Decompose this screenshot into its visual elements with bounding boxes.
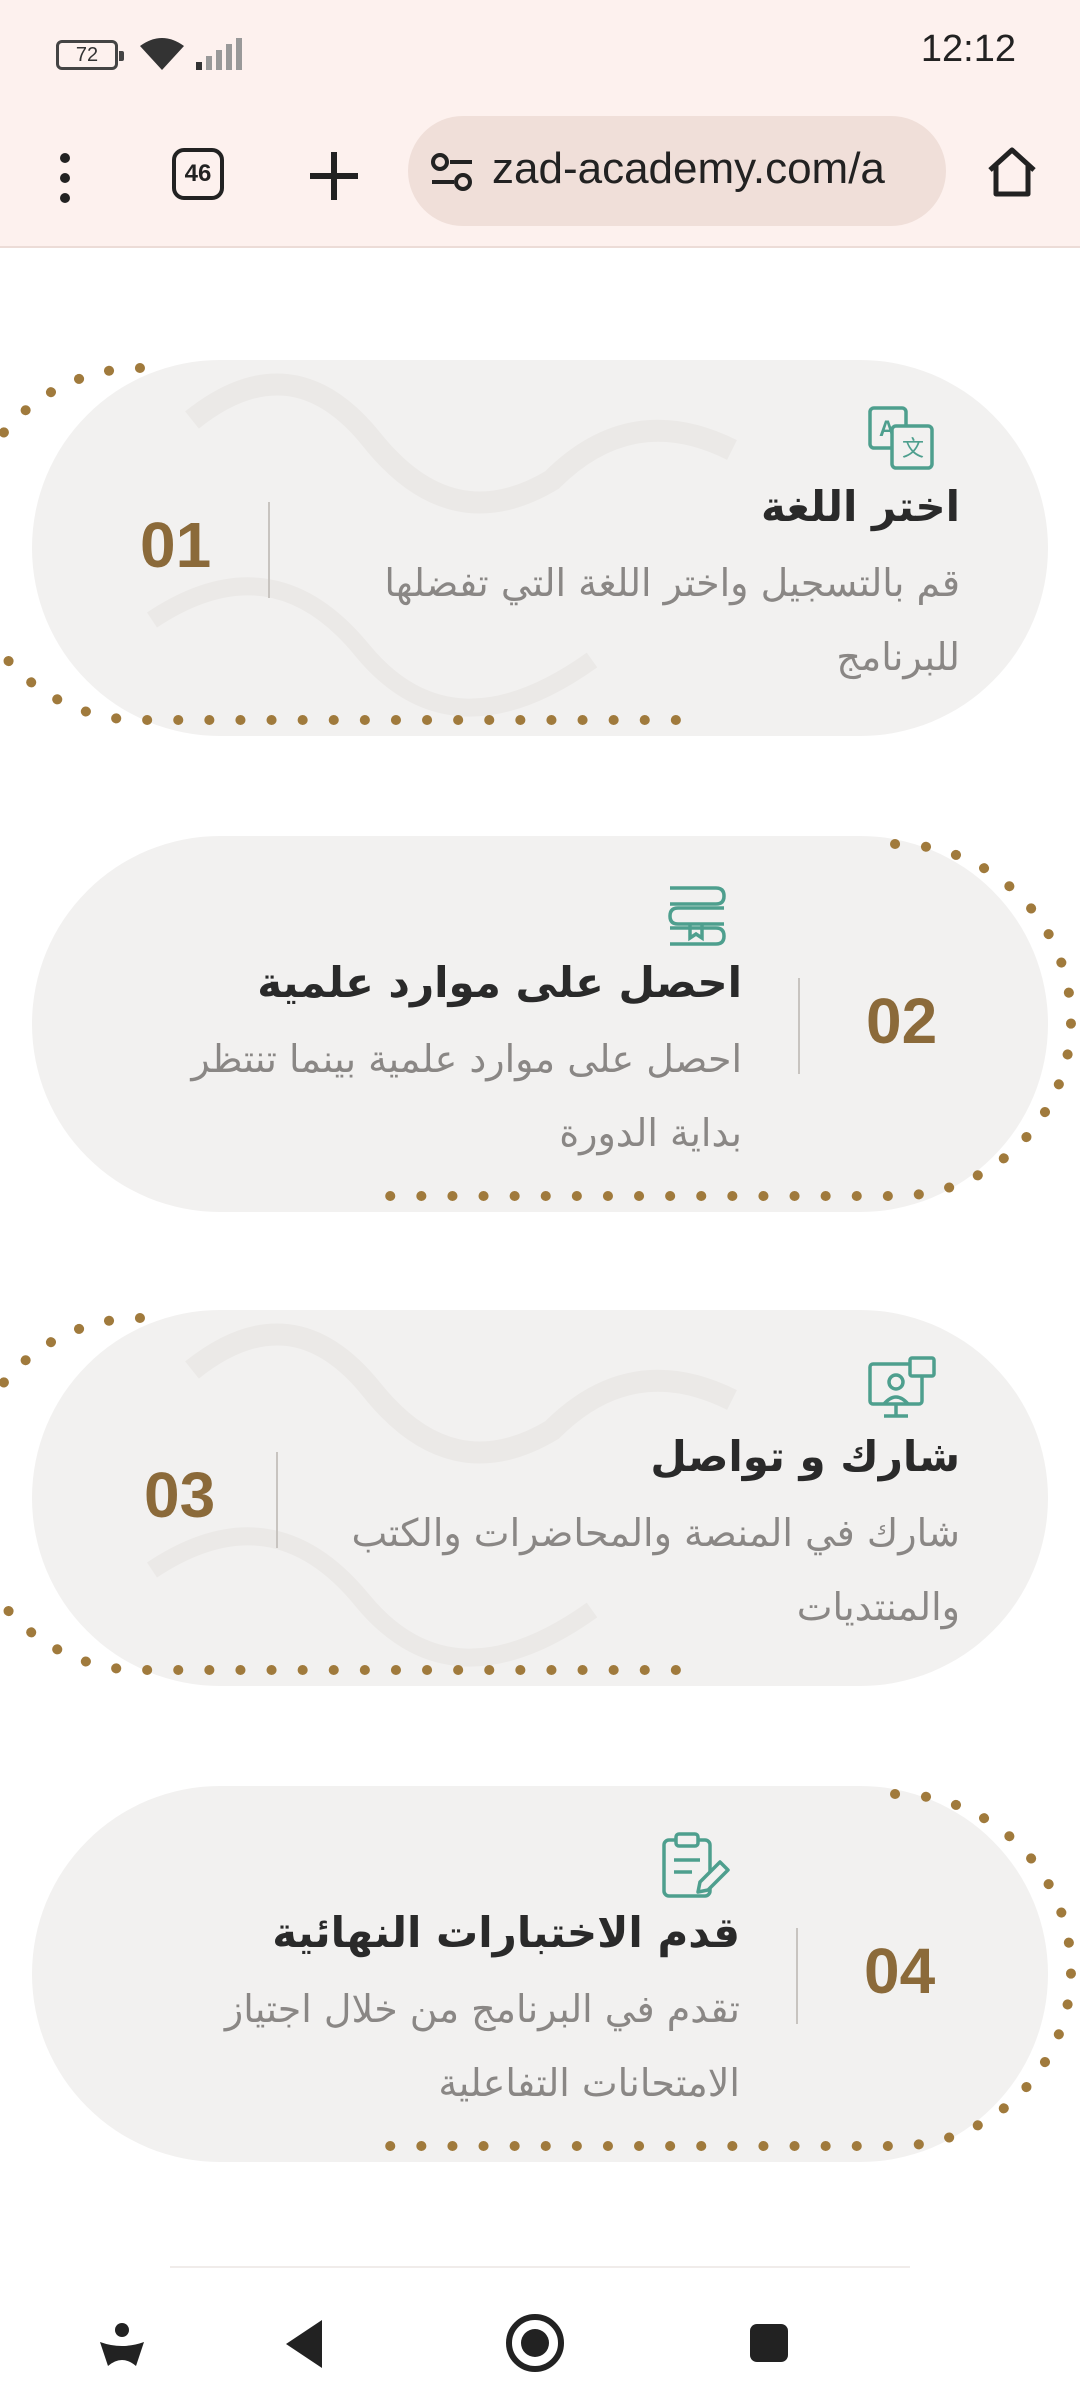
recents-icon[interactable] [746, 2320, 792, 2366]
books-icon [668, 886, 726, 946]
accessibility-icon[interactable] [96, 2320, 148, 2372]
step-title: شارك و تواصل [650, 1432, 960, 1481]
home-circle-icon[interactable] [504, 2312, 566, 2374]
step-divider [276, 1452, 278, 1548]
battery-icon: 72 [56, 40, 124, 70]
step-card-4: 04 قدم الاختبارات النهائية تقدم في البرن… [32, 1786, 1048, 2162]
step-description: قم بالتسجيل واختر اللغة التي تفضلها للبر… [384, 561, 960, 679]
new-tab-icon[interactable] [306, 148, 362, 204]
step-card-2: 02 احصل على موارد علمية احصل على موارد ع… [32, 836, 1048, 1212]
site-settings-icon[interactable] [430, 152, 474, 192]
step-divider [268, 502, 270, 598]
back-icon[interactable] [280, 2316, 328, 2372]
system-navigation-bar [0, 2280, 1080, 2400]
step-number: 04 [864, 1935, 936, 2007]
clipboard-edit-icon [662, 1832, 730, 1898]
wifi-icon [140, 38, 184, 70]
status-bar: 72 12:12 [0, 0, 1080, 108]
home-icon[interactable] [984, 144, 1040, 200]
step-divider [798, 978, 800, 1074]
menu-dots-icon[interactable] [50, 148, 80, 208]
battery-level: 72 [75, 44, 99, 66]
tab-count: 46 [184, 160, 212, 187]
step-description: شارك في المنصة والمحاضرات والكتب والمنتد… [351, 1511, 960, 1629]
tabs-button[interactable]: 46 [172, 148, 224, 200]
step-number: 01 [140, 509, 212, 581]
step-description: تقدم في البرنامج من خلال اجتياز الامتحان… [224, 1987, 740, 2105]
browser-toolbar: 46 zad-academy.com/a [0, 108, 1080, 248]
url-text: zad-academy.com/a [492, 144, 885, 193]
steps-section: 01 A 文 اختر اللغة قم بالتسجيل واختر اللغ… [0, 250, 1080, 2280]
section-divider [170, 2266, 910, 2268]
address-bar[interactable]: zad-academy.com/a [408, 116, 946, 226]
step-number: 03 [144, 1459, 216, 1531]
step-card-1: 01 A 文 اختر اللغة قم بالتسجيل واختر اللغ… [32, 360, 1048, 736]
step-title: قدم الاختبارات النهائية [272, 1908, 740, 1957]
translate-icon: A 文 [868, 406, 934, 470]
step-number: 02 [866, 985, 938, 1057]
step-card-3: 03 شارك و تواصل شارك في المنصة والمحاضرا… [32, 1310, 1048, 1686]
step-divider [796, 1928, 798, 2024]
presentation-icon [868, 1356, 936, 1418]
step-title: احصل على موارد علمية [257, 958, 742, 1007]
clock: 12:12 [920, 28, 1016, 70]
signal-icon [196, 38, 242, 70]
step-description: احصل على موارد علمية بينما تنتظر بداية ا… [191, 1037, 742, 1155]
svg-text:文: 文 [902, 437, 924, 462]
step-title: اختر اللغة [760, 482, 960, 531]
